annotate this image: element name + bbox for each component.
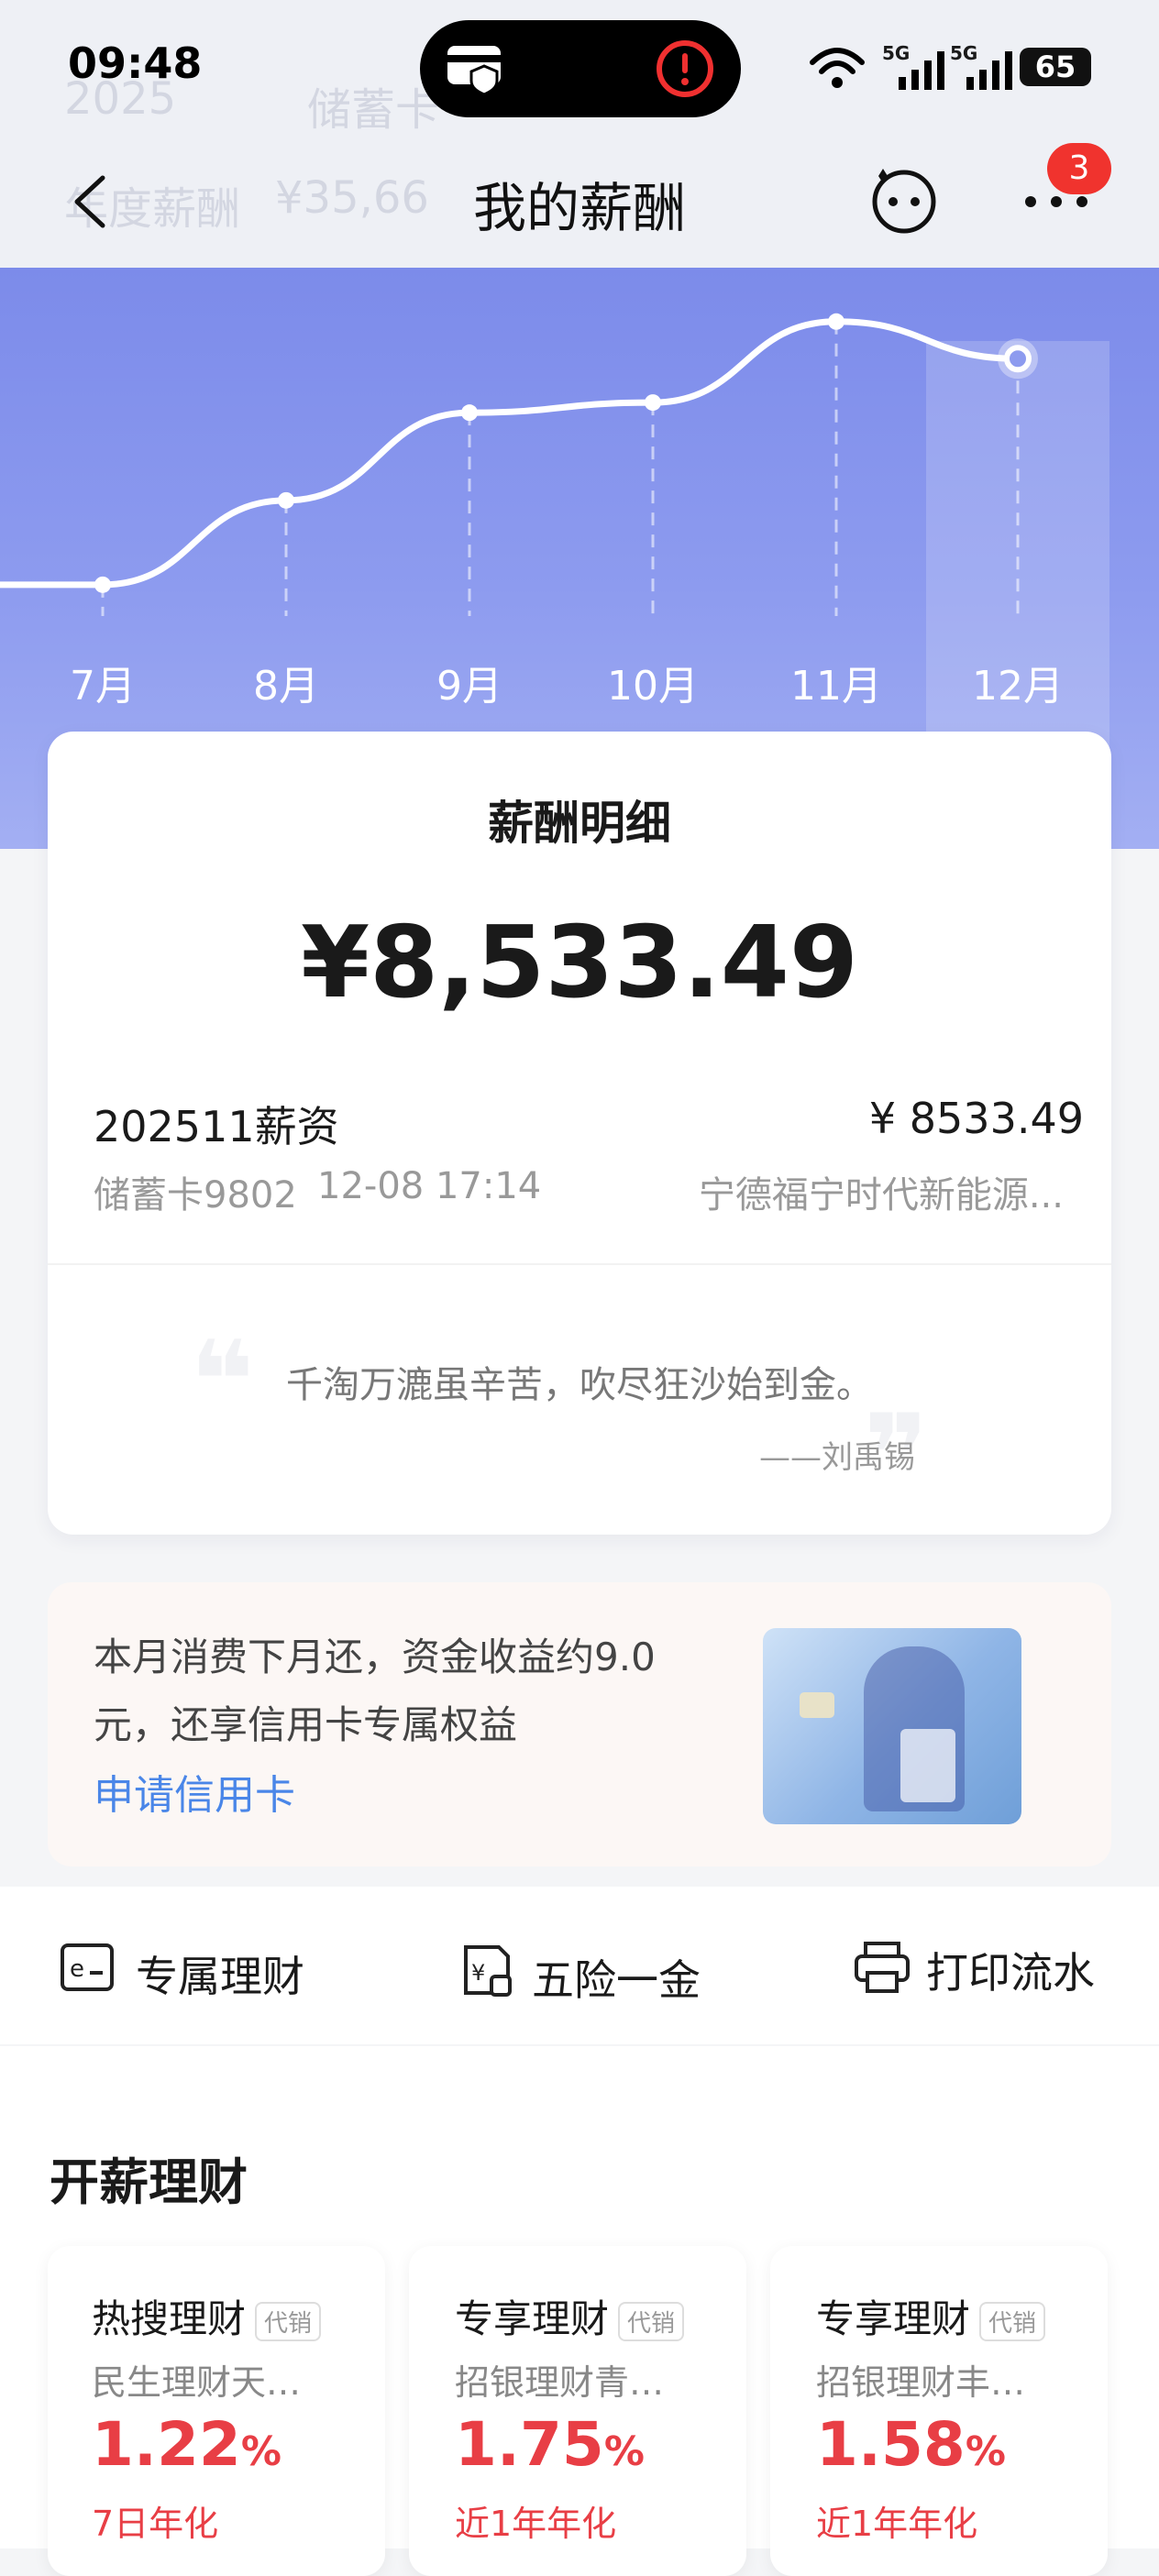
month-label-11月[interactable]: 11月: [781, 653, 891, 711]
product-rate: 1.58%: [816, 2409, 1006, 2480]
rate-unit: %: [603, 2428, 645, 2475]
finance-product-card[interactable]: 专享理财 代销 招银理财丰… 1.58% 近1年年化: [770, 2246, 1108, 2576]
month-label-9月[interactable]: 9月: [414, 653, 524, 711]
quick-actions-bar: e 专属理财 ¥ 五险一金 打印流水: [0, 1887, 1159, 2044]
rate-unit: %: [240, 2428, 281, 2475]
rate-value: 1.58: [816, 2409, 966, 2480]
card-chip: [800, 1692, 834, 1718]
promo-line-1: 本月消费下月还，资金收益约9.0: [94, 1635, 656, 1679]
product-header: 专享理财 代销: [816, 2288, 1046, 2344]
notification-badge: 3: [1047, 143, 1111, 194]
page-title: 我的薪酬: [472, 177, 686, 239]
product-name: 招银理财青…: [455, 2362, 665, 2403]
month-label-8月[interactable]: 8月: [231, 653, 341, 711]
quick-action-wealth[interactable]: e 专属理财: [59, 1934, 334, 2001]
top-nav-bar: 2025 储蓄卡 年度薪酬 ¥35,66 我的薪酬 3 09:48 5G 5G …: [0, 0, 1159, 268]
product-title: 热搜理财: [92, 2296, 247, 2341]
svg-text:¥: ¥: [471, 1960, 485, 1986]
product-tag: 代销: [979, 2302, 1046, 2341]
finance-product-card[interactable]: 热搜理财 代销 民生理财天… 1.22% 7日年化: [48, 2246, 385, 2576]
printer-icon: [855, 1942, 910, 1993]
quick-action-print[interactable]: 打印流水: [853, 1934, 1128, 2000]
record-amount: ¥ 8533.49: [868, 1094, 1084, 1143]
dynamic-island: [420, 20, 741, 117]
quick-action-label: 打印流水: [926, 1948, 1095, 1998]
promo-line-2: 元，还享信用卡专属权益: [94, 1702, 518, 1747]
product-title: 专享理财: [816, 2296, 971, 2341]
quick-action-label: 专属理财: [136, 1952, 304, 2001]
product-title: 专享理财: [455, 2296, 610, 2341]
data-point-11月[interactable]: [828, 313, 844, 330]
rate-value: 1.22: [92, 2409, 241, 2480]
credit-card-promo[interactable]: 本月消费下月还，资金收益约9.0 元，还享信用卡专属权益 申请信用卡: [48, 1582, 1111, 1866]
insurance-doc-icon: ¥: [464, 1945, 512, 1997]
rate-period: 7日年化: [92, 2504, 219, 2544]
data-point-8月[interactable]: [278, 491, 294, 509]
assistant-button[interactable]: [866, 163, 939, 237]
alert-icon: [657, 40, 713, 97]
quote-text: 千淘万漉虽辛苦，吹尽狂沙始到金。: [286, 1364, 873, 1406]
robot-face-icon: [872, 169, 936, 234]
product-header: 专享理财 代销: [455, 2288, 685, 2344]
data-point-9月[interactable]: [461, 404, 478, 422]
finance-title: 开薪理财: [50, 2153, 248, 2211]
card-art-detail: [900, 1729, 955, 1802]
month-label-10月[interactable]: 10月: [598, 653, 708, 711]
data-point-7月[interactable]: [94, 576, 111, 593]
finance-product-card[interactable]: 专享理财 代销 招银理财青… 1.75% 近1年年化: [409, 2246, 746, 2576]
quick-action-label: 五险一金: [532, 1955, 701, 2005]
detail-title: 薪酬明细: [488, 797, 671, 850]
cell-bars-icon: [899, 51, 944, 90]
cell-signal-1: 5G: [882, 42, 944, 92]
data-point-10月[interactable]: [645, 394, 661, 412]
battery-icon: 65: [1020, 48, 1091, 86]
record-account: 储蓄卡9802: [94, 1174, 297, 1216]
product-name: 民生理财天…: [92, 2362, 302, 2403]
data-point-12月[interactable]: [1004, 345, 1032, 373]
e-wallet-icon: e: [61, 1943, 114, 1991]
rate-period: 近1年年化: [455, 2504, 617, 2544]
status-time: 09:48: [68, 39, 203, 88]
quote-author: ——刘禹锡: [759, 1439, 915, 1476]
month-label-12月[interactable]: 12月: [963, 653, 1073, 711]
product-rate: 1.22%: [92, 2409, 281, 2480]
rate-value: 1.75: [455, 2409, 604, 2480]
finance-section: 开薪理财 热搜理财 代销 民生理财天… 1.22% 7日年化 专享理财 代销 招银理…: [0, 2046, 1159, 2576]
cell-signal-2: 5G: [950, 42, 1012, 92]
card-shield-icon: [447, 46, 501, 96]
record-payer: 宁德福宁时代新能源...: [698, 1174, 1064, 1216]
product-tag: 代销: [255, 2302, 322, 2341]
battery-level: 65: [1034, 50, 1076, 84]
record-name: 202511薪资: [94, 1102, 339, 1151]
svg-text:e: e: [70, 1955, 84, 1983]
product-name: 招银理财丰…: [816, 2362, 1026, 2403]
quick-action-insurance[interactable]: ¥ 五险一金: [458, 1938, 734, 2005]
rate-period: 近1年年化: [816, 2504, 978, 2544]
salary-detail-card: 薪酬明细 ¥8,533.49 202511薪资 ¥ 8533.49 储蓄卡980…: [48, 732, 1111, 1535]
credit-card-image[interactable]: [763, 1628, 1021, 1824]
status-bar: 09:48 5G 5G 65: [0, 0, 1159, 138]
month-label-7月[interactable]: 7月: [48, 653, 158, 711]
apply-credit-card-link[interactable]: 申请信用卡: [94, 1762, 295, 1821]
salary-series-line: [0, 318, 1021, 589]
record-time: 12-08 17:14: [317, 1165, 542, 1207]
wifi-icon: [810, 48, 865, 88]
product-header: 热搜理财 代销: [92, 2288, 322, 2344]
product-tag: 代销: [618, 2302, 685, 2341]
detail-amount: ¥8,533.49: [300, 906, 859, 1020]
product-rate: 1.75%: [455, 2409, 645, 2480]
rate-unit: %: [965, 2428, 1006, 2475]
salary-record-row[interactable]: 202511薪资 ¥ 8533.49 储蓄卡9802 12-08 17:14 宁…: [48, 1094, 1111, 1259]
divider: [48, 1263, 1111, 1265]
cell-bars-icon: [966, 51, 1012, 90]
